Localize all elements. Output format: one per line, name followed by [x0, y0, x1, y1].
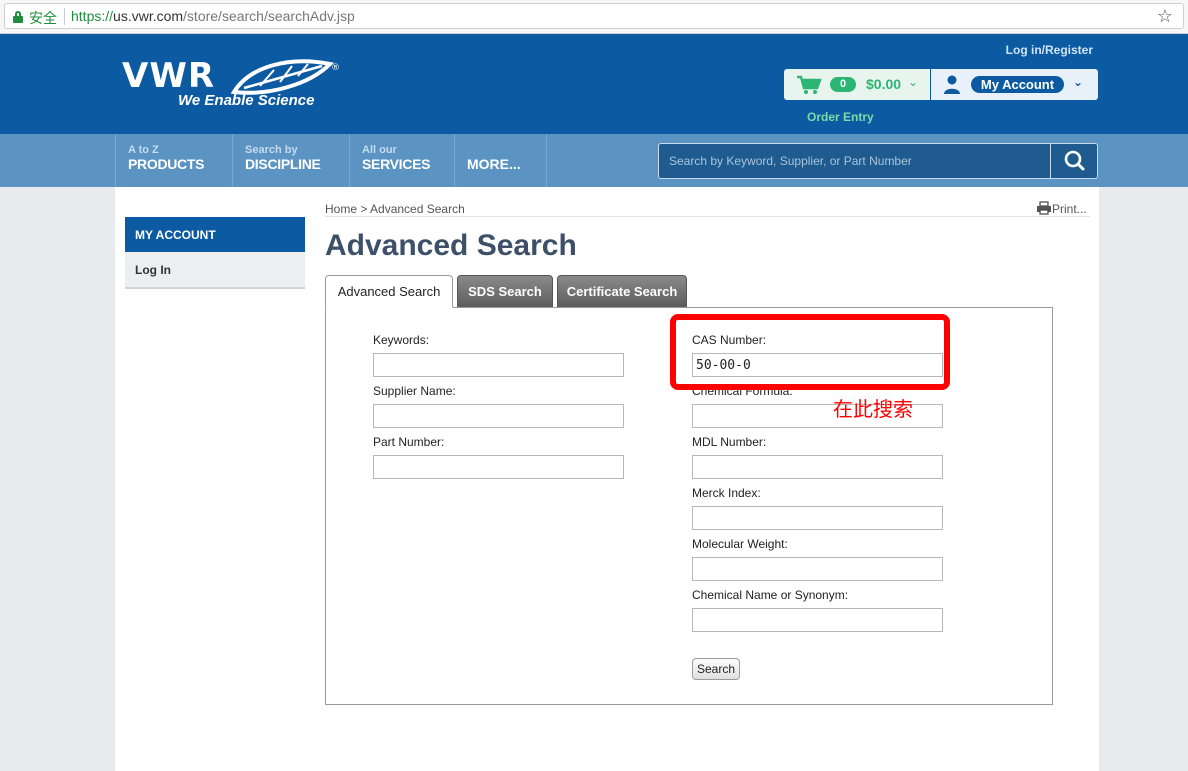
- nav-more[interactable]: MORE...: [454, 134, 546, 187]
- order-entry-link[interactable]: Order Entry: [807, 110, 874, 124]
- keywords-label: Keywords:: [373, 333, 430, 347]
- molecular-weight-label: Molecular Weight:: [692, 537, 788, 551]
- nav-discipline[interactable]: Search by DISCIPLINE: [232, 134, 349, 187]
- site-header: VWR ® We Enable Science Log in/Register …: [0, 34, 1188, 134]
- tab-sds-search[interactable]: SDS Search: [457, 275, 553, 308]
- merck-index-label: Merck Index:: [692, 486, 761, 500]
- molecular-weight-field[interactable]: [692, 557, 943, 581]
- chevron-down-icon: ⌄: [1073, 75, 1084, 89]
- address-bar[interactable]: 安全 https://us.vwr.com/store/search/searc…: [4, 3, 1184, 29]
- nav-services[interactable]: All our SERVICES: [349, 134, 454, 187]
- breadcrumb: Home > Advanced Search: [325, 202, 465, 216]
- keywords-field[interactable]: [373, 353, 624, 377]
- vwr-logo[interactable]: VWR ® We Enable Science: [122, 54, 342, 114]
- chevron-down-icon: ⌄: [908, 75, 919, 89]
- shopping-cart-icon: [797, 75, 822, 94]
- print-link[interactable]: Print...: [1036, 201, 1087, 216]
- browser-toolbar: 安全 https://us.vwr.com/store/search/searc…: [0, 0, 1188, 34]
- site-search-bar: [658, 143, 1098, 179]
- tab-certificate-search[interactable]: Certificate Search: [557, 275, 687, 308]
- svg-text:®: ®: [331, 63, 340, 73]
- my-account-label: My Account: [971, 76, 1064, 93]
- site-search-button[interactable]: [1050, 144, 1097, 178]
- logo-wordmark: VWR: [122, 56, 215, 96]
- mdl-number-label: MDL Number:: [692, 435, 767, 449]
- user-icon: [944, 75, 960, 94]
- breadcrumb-divider: [325, 216, 1090, 217]
- printer-icon: [1037, 201, 1051, 215]
- merck-index-field[interactable]: [692, 506, 943, 530]
- account-menu-button[interactable]: My Account ⌄: [931, 69, 1098, 100]
- breadcrumb-current: Advanced Search: [370, 202, 465, 216]
- logo-tagline: We Enable Science: [178, 92, 315, 109]
- cart-count-badge: 0: [830, 77, 856, 92]
- supplier-name-label: Supplier Name:: [373, 384, 456, 398]
- nav-divider: [546, 134, 547, 187]
- site-search-input[interactable]: [659, 144, 1049, 178]
- sidebar-heading: MY ACCOUNT: [125, 217, 305, 252]
- annotation-text: 在此搜索: [833, 397, 913, 421]
- cart-total: $0.00: [866, 76, 902, 92]
- part-number-label: Part Number:: [373, 435, 445, 449]
- page-title: Advanced Search: [325, 229, 577, 262]
- search-button[interactable]: Search: [692, 658, 740, 680]
- sidebar-item-login[interactable]: Log In: [125, 252, 305, 289]
- address-divider: [64, 8, 65, 25]
- chemical-name-label: Chemical Name or Synonym:: [692, 588, 849, 602]
- search-icon: [1064, 150, 1085, 171]
- supplier-name-field[interactable]: [373, 404, 624, 428]
- chemical-name-field[interactable]: [692, 608, 943, 632]
- annotation-highlight-box: [670, 314, 950, 390]
- breadcrumb-home[interactable]: Home: [325, 202, 357, 216]
- login-register-link[interactable]: Log in/Register: [1006, 43, 1093, 57]
- url-text[interactable]: https://us.vwr.com/store/search/searchAd…: [71, 8, 355, 24]
- secure-label: 安全: [29, 10, 57, 26]
- nav-products[interactable]: A to Z PRODUCTS: [115, 134, 232, 187]
- mdl-number-field[interactable]: [692, 455, 943, 479]
- bookmark-star-icon[interactable]: ☆: [1157, 6, 1173, 27]
- part-number-field[interactable]: [373, 455, 624, 479]
- tab-advanced-search[interactable]: Advanced Search: [325, 275, 453, 308]
- lock-icon: [13, 11, 23, 23]
- cart-button[interactable]: 0 $0.00 ⌄: [784, 69, 930, 100]
